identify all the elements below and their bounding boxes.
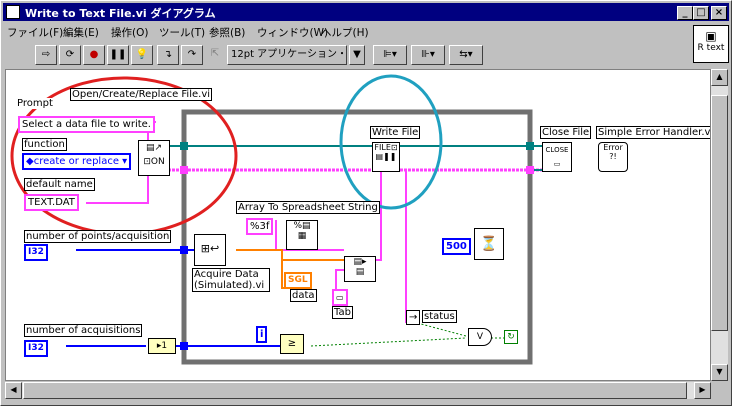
concatenate-node[interactable]: ▤▸ ▤: [344, 256, 376, 282]
open-file-node[interactable]: ▤↗ ⊡ON: [138, 140, 170, 176]
context-help-glyph: ▣: [705, 29, 717, 43]
labview-window: Write to Text File.vi ダイアグラム _ □ × ファイル(…: [0, 0, 732, 406]
points-label: number of points/acquisition: [24, 230, 172, 243]
const-one: 1: [161, 341, 168, 351]
maximize-button[interactable]: □: [693, 6, 709, 20]
highlight-execution-icon[interactable]: 💡: [131, 45, 153, 65]
tunnel-error-right: [526, 142, 534, 150]
font-select[interactable]: 12pt アプリケーション・フォント: [227, 45, 347, 65]
close-button[interactable]: ×: [711, 6, 727, 20]
points-control[interactable]: I32: [24, 244, 48, 261]
loop-iteration-terminal: i: [256, 326, 268, 343]
menu-edit[interactable]: 編集(E): [63, 25, 99, 40]
pause-icon[interactable]: ❚❚: [107, 45, 129, 65]
default-name-constant[interactable]: TEXT.DAT: [24, 194, 79, 211]
default-name-label: default name: [24, 178, 95, 191]
toolbar: ⇨ ⟳ ● ❚❚ 💡 ↴ ↷ ⇱ 12pt アプリケーション・フォント ▼ ⊫▾…: [3, 43, 693, 67]
acquire-data-node[interactable]: ⊞↩: [194, 234, 226, 266]
menu-tools[interactable]: ツール(T): [159, 25, 205, 40]
function-enum[interactable]: ◆create or replace ▾: [22, 153, 132, 170]
write-file-node[interactable]: FILE⊡ ▤❚❚: [372, 142, 400, 172]
scroll-down-icon[interactable]: ▼: [711, 364, 728, 381]
wait-ms-icon[interactable]: ⏳: [474, 228, 504, 260]
write-file-label: Write File: [370, 126, 421, 139]
reorder-icon[interactable]: ⇆▾: [449, 45, 483, 65]
step-into-icon[interactable]: ↴: [157, 45, 179, 65]
sgl-constant[interactable]: SGL: [284, 272, 312, 289]
menu-browse[interactable]: 参照(B): [209, 25, 245, 40]
abort-icon[interactable]: ●: [83, 45, 105, 65]
window-title: Write to Text File.vi ダイアグラム: [25, 7, 216, 20]
array-to-string-label: Array To Spreadsheet String: [236, 201, 380, 214]
default-name-wire: [86, 173, 158, 204]
acquire-label: Acquire Data (Simulated).vi: [192, 268, 270, 292]
vertical-scrollbar[interactable]: ▲ ▼: [711, 69, 728, 381]
menu-operate[interactable]: 操作(O): [111, 25, 148, 40]
align-objects-icon[interactable]: ⊫▾: [373, 45, 407, 65]
tunnel-error-left: [180, 142, 188, 150]
tunnel-points: [180, 246, 188, 254]
array-to-string-node[interactable]: %▤ ▦: [286, 220, 318, 250]
distribute-objects-icon[interactable]: ⊪▾: [411, 45, 445, 65]
menu-file[interactable]: ファイル(F): [7, 25, 63, 40]
tunnel-refnum-right: [526, 166, 534, 174]
scroll-up-icon[interactable]: ▲: [711, 69, 728, 86]
decrement-node[interactable]: ▸1: [148, 338, 176, 354]
loop-condition-icon[interactable]: ↻: [504, 330, 518, 344]
context-help-label: R text: [697, 43, 725, 53]
vertical-thumb[interactable]: [711, 95, 728, 331]
prompt-constant[interactable]: Select a data file to write.: [18, 116, 155, 133]
acq-label: number of acquisitions: [24, 324, 143, 337]
close-file-node[interactable]: CLOSE ▭: [542, 142, 572, 172]
block-diagram[interactable]: Prompt Open/Create/Replace File.vi Selec…: [5, 69, 711, 381]
format-constant[interactable]: %3f: [246, 218, 274, 235]
wait-constant[interactable]: 500: [442, 238, 471, 255]
function-value: create or replace: [33, 156, 119, 167]
menu-help[interactable]: ヘルプ(H): [321, 25, 369, 40]
status-label: status: [422, 310, 457, 323]
data-label: data: [290, 289, 317, 302]
run-continuous-icon[interactable]: ⟳: [59, 45, 81, 65]
close-file-label: Close File: [540, 126, 592, 139]
open-vi-label: Open/Create/Replace File.vi: [70, 88, 213, 101]
context-help-icon[interactable]: ▣ R text: [693, 25, 729, 63]
tunnel-refnum-left: [180, 166, 188, 174]
tab-constant[interactable]: ▭: [332, 289, 348, 306]
scroll-right-icon[interactable]: ▶: [694, 382, 711, 399]
unbundle-node[interactable]: →: [406, 310, 421, 325]
menu-window[interactable]: ウィンドウ(W): [257, 25, 328, 40]
tunnel-acq: [180, 342, 188, 350]
error-handler-label: Simple Error Handler.vi: [596, 126, 710, 139]
horizontal-thumb[interactable]: [23, 382, 687, 399]
vi-icon: [6, 5, 20, 19]
or-gate-node[interactable]: V: [468, 328, 492, 346]
error-handler-node[interactable]: Error ?!: [598, 142, 628, 172]
title-bar: Write to Text File.vi ダイアグラム _ □ ×: [3, 3, 729, 21]
minimize-button[interactable]: _: [677, 6, 693, 20]
status-wire: [405, 170, 408, 323]
menu-bar: ファイル(F) 編集(E) 操作(O) ツール(T) 参照(B) ウィンドウ(W…: [3, 22, 693, 40]
tab-label: Tab: [332, 306, 353, 319]
step-out-icon[interactable]: ⇱: [205, 45, 225, 65]
font-dropdown-icon[interactable]: ▼: [349, 45, 365, 65]
greater-equal-node[interactable]: ≥: [280, 334, 304, 354]
run-arrow-icon[interactable]: ⇨: [35, 45, 57, 65]
scroll-left-icon[interactable]: ◀: [5, 382, 22, 399]
function-label: function: [22, 138, 67, 151]
acq-control[interactable]: I32: [24, 340, 48, 357]
prompt-label: Prompt: [16, 98, 54, 109]
step-over-icon[interactable]: ↷: [181, 45, 203, 65]
close-glyph: CLOSE: [545, 146, 569, 154]
horizontal-scrollbar[interactable]: ◀ ▶: [5, 382, 711, 399]
